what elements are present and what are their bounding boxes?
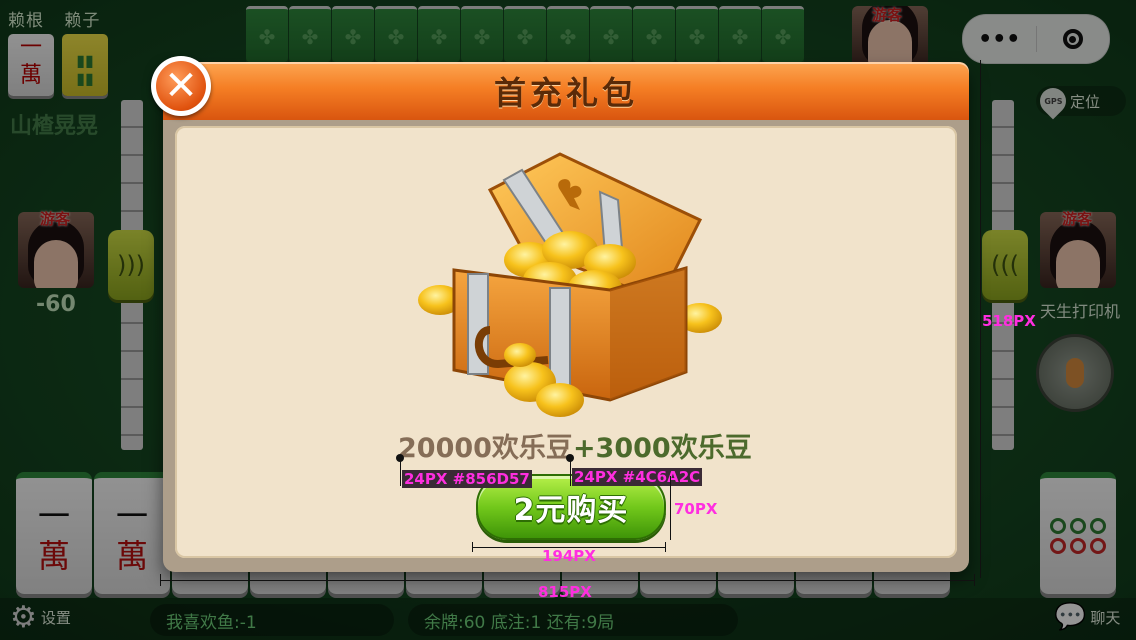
annotation-panel-height-line [980,60,981,578]
offer-bonus-amount: +3000欢乐豆 [572,433,752,464]
annotation-button-height: 70PX [674,500,718,518]
offer-text: 20000欢乐豆+3000欢乐豆 [398,426,752,465]
annotation-panel-width: 815PX [538,583,592,601]
close-button[interactable]: ✕ [151,56,211,116]
annotation-base-text: 24PX #856D57 [402,470,532,488]
annotation-panel-width-line [160,580,975,581]
annotation-tick [665,542,666,552]
annotation-leader-line [570,458,571,486]
annotation-tick [160,574,161,586]
modal-header: 首充礼包 [163,62,969,120]
annotation-bonus-text: 24PX #4C6A2C [572,468,703,486]
annotation-button-width: 194PX [542,547,596,565]
modal-title: 首充礼包 [493,74,638,112]
close-icon: ✕ [156,61,206,111]
treasure-chest-icon [418,152,722,417]
annotation-panel-height: 518PX [982,312,1036,330]
offer-base-amount: 20000欢乐豆 [398,433,573,464]
annotation-tick [974,574,975,586]
annotation-tick [472,542,473,552]
annotation-leader-line [400,458,401,486]
annotation-height-line [670,476,671,540]
